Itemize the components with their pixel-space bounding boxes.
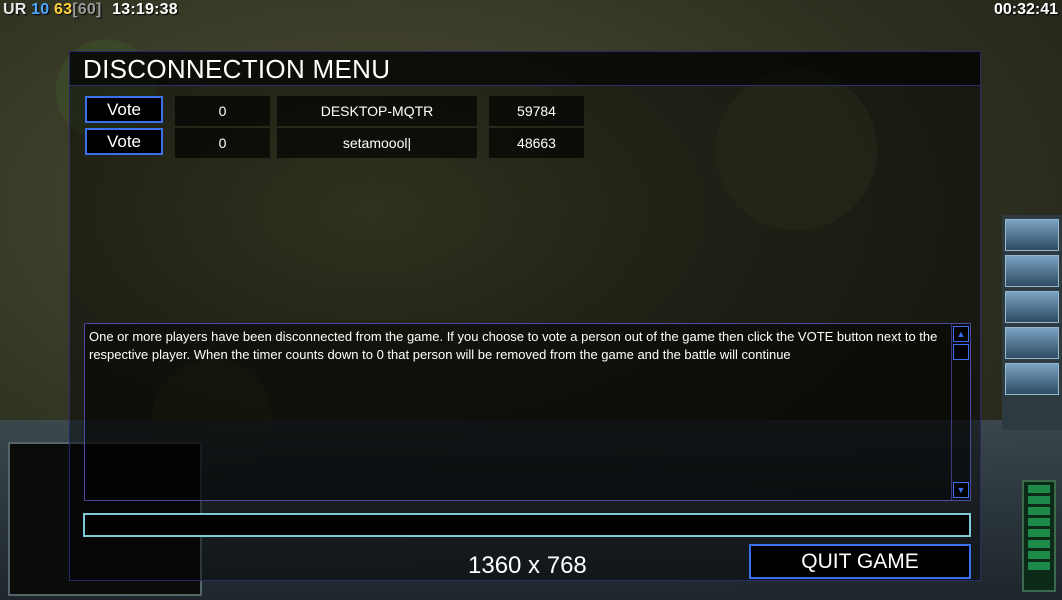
vote-button[interactable]: Vote (85, 96, 163, 123)
quit-game-button[interactable]: QUIT GAME (749, 544, 971, 579)
unit-button (1005, 219, 1059, 251)
message-box: One or more players have been disconnect… (84, 323, 971, 501)
message-scrollbar[interactable]: ▲ ▼ (951, 324, 970, 500)
scroll-up-icon[interactable]: ▲ (953, 326, 969, 342)
game-timer: 00:32:41 (993, 1, 1058, 18)
chat-input[interactable] (83, 513, 971, 537)
disconnection-message: One or more players have been disconnect… (89, 329, 938, 362)
vote-count: 0 (175, 96, 270, 126)
hud-stats: UR 10 63[60] 13:19:38 (3, 1, 178, 19)
unit-button (1005, 255, 1059, 287)
resolution-label: 1360 x 768 (468, 552, 587, 579)
hud-prefix: UR (3, 1, 27, 18)
dialog-title: DISCONNECTION MENU (83, 54, 391, 84)
vote-count: 0 (175, 128, 270, 158)
player-name: DESKTOP-MQTR (277, 96, 477, 126)
player-port: 48663 (489, 128, 584, 158)
disconnection-dialog: DISCONNECTION MENU Vote 0 DESKTOP-MQTR 5… (69, 51, 981, 581)
build-panel (1002, 215, 1062, 430)
hud-stat-3: [60] (72, 1, 102, 18)
unit-button (1005, 327, 1059, 359)
dialog-title-bar: DISCONNECTION MENU (70, 52, 980, 86)
hud-clock: 13:19:38 (112, 1, 178, 18)
vote-button[interactable]: Vote (85, 128, 163, 155)
power-meter (1022, 480, 1056, 592)
scroll-thumb[interactable] (953, 344, 969, 360)
unit-button (1005, 291, 1059, 323)
hud-stat-2: 63 (54, 1, 73, 18)
unit-button (1005, 363, 1059, 395)
scroll-down-icon[interactable]: ▼ (953, 482, 969, 498)
hud-stat-1: 10 (31, 1, 50, 18)
player-name: setamoool| (277, 128, 477, 158)
player-port: 59784 (489, 96, 584, 126)
